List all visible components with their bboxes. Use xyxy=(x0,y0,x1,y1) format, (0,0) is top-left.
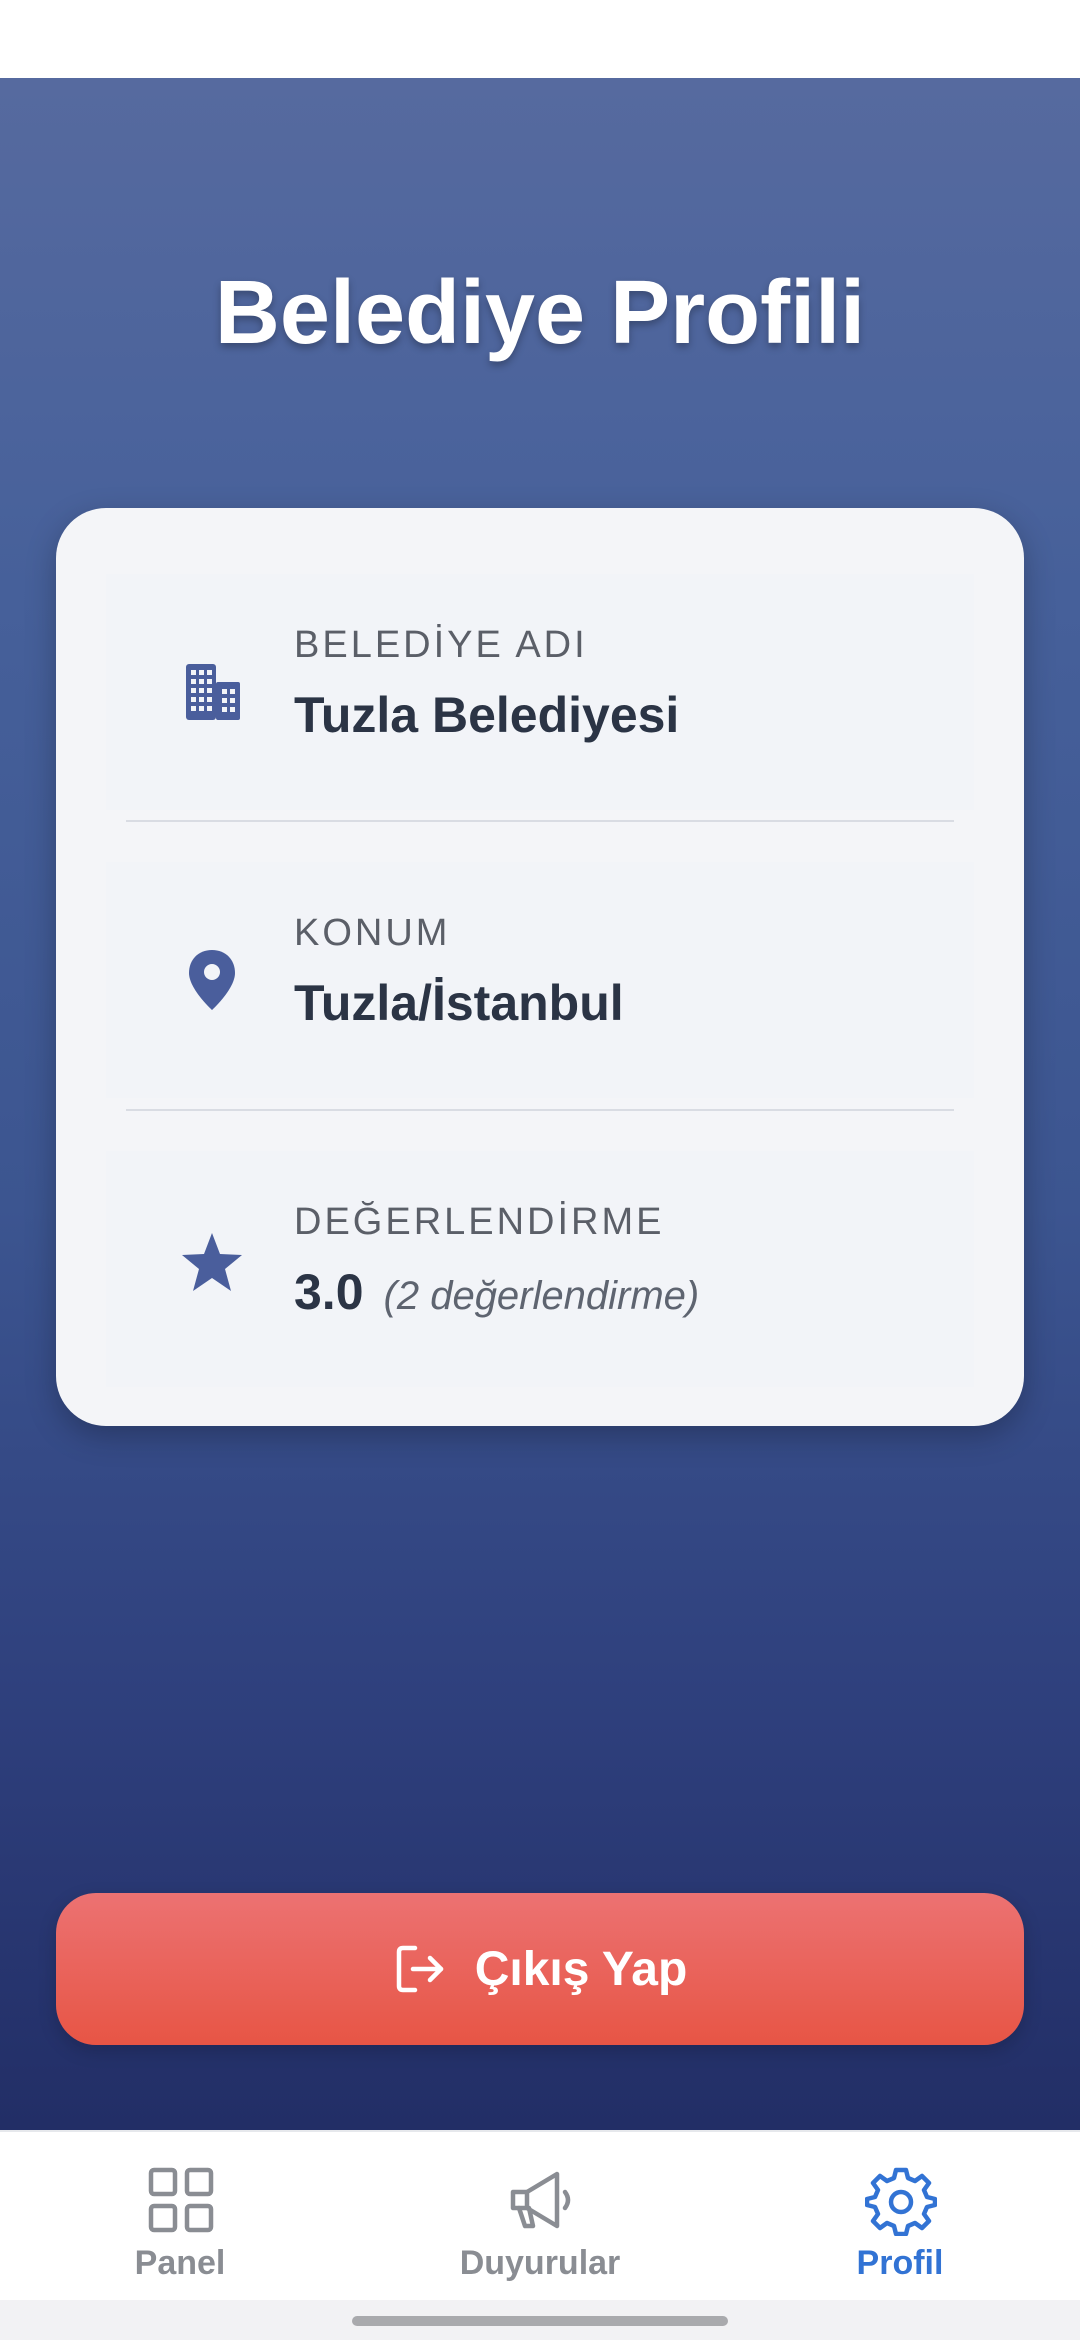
rating-label: DEĞERLENDİRME xyxy=(294,1201,665,1243)
building-icon xyxy=(180,660,244,724)
municipality-name-value: Tuzla Belediyesi xyxy=(294,687,680,743)
logout-button[interactable]: Çıkış Yap xyxy=(56,1893,1024,2045)
bottom-navigation: Panel Duyurular Profil xyxy=(0,2130,1080,2302)
grid-icon xyxy=(145,2164,217,2236)
rating-count: (2 değerlendirme) xyxy=(383,1274,700,1318)
nav-label-panel: Panel xyxy=(134,2244,226,2282)
divider xyxy=(126,1109,954,1111)
location-label: KONUM xyxy=(294,912,451,954)
nav-label-profile: Profil xyxy=(856,2244,944,2282)
gesture-bar-area xyxy=(0,2300,1080,2340)
profile-card: BELEDİYE ADI Tuzla Belediyesi KONUM Tuzl… xyxy=(56,508,1024,1426)
page-title: Belediye Profili xyxy=(214,263,866,363)
municipality-name-row: BELEDİYE ADI Tuzla Belediyesi xyxy=(106,574,974,810)
status-bar xyxy=(0,0,1080,78)
megaphone-icon xyxy=(505,2164,577,2236)
rating-value-group: 3.0 (2 değerlendirme) xyxy=(294,1263,699,1321)
nav-item-announcements[interactable]: Duyurular xyxy=(360,2132,720,2302)
star-icon xyxy=(180,1231,244,1295)
logout-label: Çıkış Yap xyxy=(474,1942,688,1996)
nav-item-profile[interactable]: Profil xyxy=(720,2132,1080,2302)
location-row: KONUM Tuzla/İstanbul xyxy=(106,862,974,1098)
nav-item-panel[interactable]: Panel xyxy=(0,2132,360,2302)
rating-score: 3.0 xyxy=(294,1264,364,1320)
rating-row: DEĞERLENDİRME 3.0 (2 değerlendirme) xyxy=(106,1151,974,1387)
nav-label-announcements: Duyurular xyxy=(459,2244,621,2282)
divider xyxy=(126,820,954,822)
logout-icon xyxy=(393,1942,447,1996)
home-indicator[interactable] xyxy=(352,2316,728,2326)
gear-icon xyxy=(865,2164,937,2236)
location-value: Tuzla/İstanbul xyxy=(294,975,624,1031)
municipality-name-label: BELEDİYE ADI xyxy=(294,624,588,666)
location-pin-icon xyxy=(180,948,244,1012)
